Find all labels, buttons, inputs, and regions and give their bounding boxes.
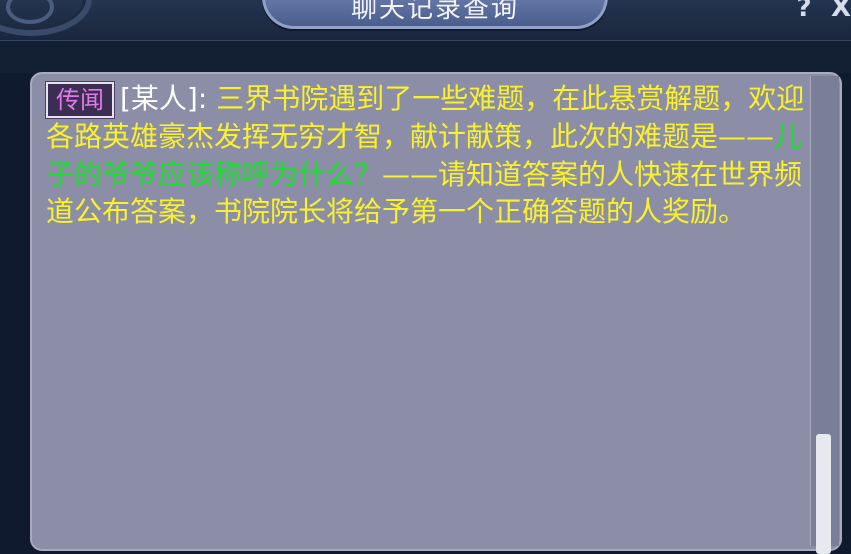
close-button[interactable]: X	[830, 0, 851, 22]
scrollbar-thumb[interactable]	[816, 434, 831, 554]
chat-message: 传闻 [某人]: 三界书院遇到了一些难题，在此悬赏解题，欢迎各路英雄豪杰发挥无穷才…	[46, 80, 806, 231]
ornament-icon	[0, 0, 92, 36]
title-tab: 聊天记录查询	[262, 0, 608, 29]
help-button[interactable]: ?	[793, 0, 815, 22]
chat-scrollbar[interactable]	[810, 76, 839, 554]
window-titlebar: 聊天记录查询 ? X	[0, 0, 851, 41]
window-title: 聊天记录查询	[350, 0, 519, 24]
speaker-name[interactable]: [某人]:	[120, 82, 207, 115]
chat-log-panel: 传闻 [某人]: 三界书院遇到了一些难题，在此悬赏解题，欢迎各路英雄豪杰发挥无穷才…	[30, 72, 842, 551]
toolbar-strip	[0, 41, 851, 73]
channel-badge[interactable]: 传闻	[46, 82, 114, 118]
